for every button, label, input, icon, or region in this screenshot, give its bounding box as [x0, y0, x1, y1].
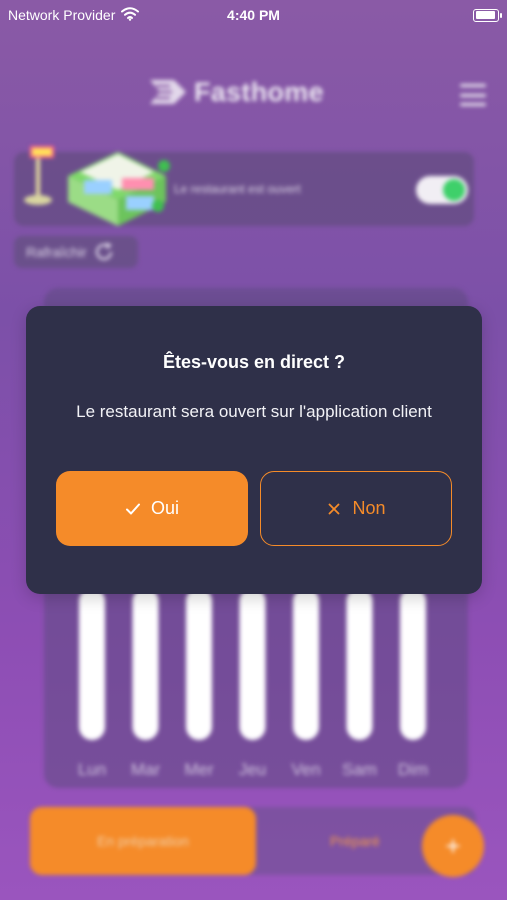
status-left: Network Provider — [8, 6, 140, 24]
cancel-button[interactable]: Non — [260, 471, 452, 546]
day-label-dim: Dim — [398, 760, 428, 779]
brand: Fasthome — [148, 72, 324, 112]
arrow-logo-icon — [150, 80, 186, 104]
tab-prepare[interactable]: Préparé — [330, 807, 380, 875]
bar-track-mar — [132, 588, 159, 740]
dialog-message: Le restaurant sera ouvert sur l'applicat… — [76, 402, 432, 421]
confirm-label: Oui — [150, 498, 179, 518]
day-label-mer: Mer — [184, 760, 214, 779]
bar-track-jeu — [239, 588, 266, 740]
toggle-knob — [443, 179, 465, 201]
open-toggle[interactable] — [416, 176, 468, 204]
close-icon — [326, 501, 342, 517]
orders-tab-bar: En préparation Préparé — [30, 807, 476, 875]
restaurant-status-label: Le restaurant est ouvert — [174, 182, 301, 196]
bar-track-sam — [346, 588, 373, 740]
day-label-sam: Sam — [342, 760, 377, 779]
refresh-icon — [95, 242, 112, 261]
restaurant-status-card: Le restaurant est ouvert — [14, 146, 474, 226]
check-icon — [125, 501, 141, 517]
bar-track-lun — [79, 588, 105, 740]
battery-icon — [473, 8, 502, 22]
add-button[interactable]: + — [422, 815, 484, 877]
refresh-button[interactable]: Rafraîchir — [14, 236, 138, 268]
day-label-lun: Lun — [78, 760, 106, 779]
wifi-icon — [121, 6, 140, 24]
hamburger-menu-icon[interactable] — [460, 84, 486, 106]
app-header: Fasthome — [0, 70, 507, 122]
bar-track-ven — [293, 588, 319, 740]
live-confirmation-dialog: Êtes-vous en direct ? Le restaurant sera… — [26, 306, 482, 594]
battery-level — [475, 11, 495, 19]
day-label-jeu: Jeu — [239, 760, 266, 779]
dialog-title: Êtes-vous en direct ? — [162, 352, 346, 372]
bar-track-dim — [400, 588, 426, 740]
plus-icon: + — [445, 830, 461, 861]
refresh-label: Rafraîchir — [26, 244, 87, 260]
status-bar: Network Provider 4:40 PM — [0, 0, 507, 30]
confirm-button[interactable]: Oui — [56, 471, 248, 546]
day-label-mar: Mar — [131, 760, 161, 779]
carrier-label: Network Provider — [8, 7, 116, 23]
brand-name: Fasthome — [194, 76, 324, 107]
restaurant-building-icon — [24, 146, 170, 226]
bar-track-mer — [186, 588, 212, 740]
tab-en-preparation[interactable]: En préparation — [30, 807, 256, 875]
day-label-ven: Ven — [291, 760, 320, 779]
cancel-label: Non — [352, 498, 386, 518]
